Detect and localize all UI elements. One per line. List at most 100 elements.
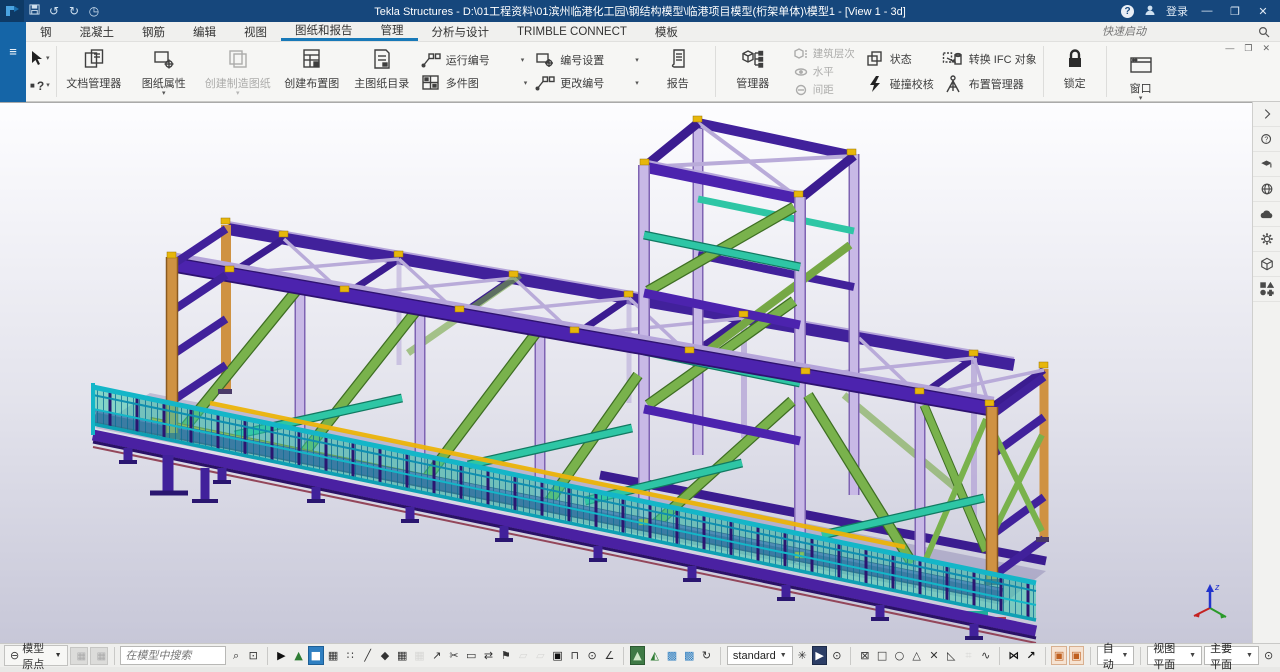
select-wave-icon[interactable]: ∿ (978, 646, 993, 665)
snap-extend-icon[interactable]: ↗ (429, 646, 444, 665)
select-points-icon[interactable]: ○ (892, 646, 907, 665)
ghost-b-icon[interactable]: ▱ (533, 646, 548, 665)
snap-green-triangle-icon[interactable]: ▲ (291, 646, 306, 665)
chevron-down-icon[interactable]: ▾ (635, 58, 639, 63)
snap-points-icon[interactable]: ∷ (343, 646, 358, 665)
plane-a-icon[interactable]: ▩ (664, 646, 679, 665)
flag-icon[interactable]: ⚑ (498, 646, 513, 665)
run-numbering-button[interactable]: 运行编号 ▾ (421, 52, 528, 68)
select-perp-icon[interactable]: ◺ (944, 646, 959, 665)
chevron-down-icon[interactable]: ▾ (635, 81, 639, 86)
chevron-down-icon[interactable]: ▾ (46, 56, 50, 61)
tekla-warehouse-cloud-icon[interactable] (1253, 202, 1280, 227)
snap-plane-blue-icon[interactable]: ■ (308, 646, 323, 665)
maximize-button[interactable]: ❐ (1226, 5, 1244, 18)
master-drawing-catalog-button[interactable]: 主图纸目录 (347, 42, 417, 101)
snap-rect-icon[interactable]: ▭ (464, 646, 479, 665)
select-arrow-ne-icon[interactable]: ↗ (1023, 646, 1038, 665)
hamburger-menu-icon[interactable]: ≡ (9, 44, 17, 102)
cut-plane-icon[interactable]: ✂ (446, 646, 461, 665)
change-numbering-button[interactable]: 更改编号 ▾ (535, 75, 639, 91)
chevron-down-icon[interactable]: ▾ (521, 58, 525, 63)
snap-solid-icon[interactable]: ◆ (377, 646, 392, 665)
numbering-settings-button[interactable]: 编号设置 ▾ (535, 52, 639, 68)
snowflake-icon[interactable]: ✳ (795, 646, 810, 665)
settings-gear-icon[interactable] (1253, 227, 1280, 252)
view-plane-dropdown[interactable]: 视图平面 ▼ (1147, 646, 1202, 665)
chevron-down-icon[interactable]: ▾ (46, 83, 50, 88)
manager-button[interactable]: 管理器 (718, 42, 788, 101)
model-viewport[interactable]: z (0, 102, 1252, 643)
tekla-campus-icon[interactable] (1253, 152, 1280, 177)
menu-steel[interactable]: 钢 (26, 22, 66, 41)
search-icon[interactable] (1258, 26, 1270, 38)
save-icon[interactable] (24, 4, 44, 18)
view-restore-button[interactable]: ❐ (1244, 43, 1252, 54)
report-button[interactable]: 报告 (643, 42, 713, 101)
model-search-input[interactable] (120, 646, 226, 665)
visibility-icon[interactable]: ⊙ (829, 646, 844, 665)
select-hourglass-icon[interactable]: ⋈ (1006, 646, 1021, 665)
angle-snap-icon[interactable]: ∠ (602, 646, 617, 665)
select-grid-off-icon[interactable]: ⌗ (961, 646, 976, 665)
layout-manager-button[interactable]: 布置管理器 (942, 75, 1037, 93)
select-component-icon[interactable]: ▣ (1051, 646, 1066, 665)
snap-line-icon[interactable]: ╱ (360, 646, 375, 665)
inquire-tool[interactable]: ■? ▾ (30, 79, 50, 93)
menu-rebar[interactable]: 钢筋 (128, 22, 179, 41)
select-parts-icon[interactable]: □ (875, 646, 890, 665)
select-all-icon[interactable]: ⊠ (857, 646, 872, 665)
model-3d-view[interactable]: z (0, 103, 1252, 643)
rotate-icon[interactable]: ↻ (699, 646, 714, 665)
help-search-icon[interactable]: ? (1253, 127, 1280, 152)
select-marks-icon[interactable]: △ (909, 646, 924, 665)
login-link[interactable]: 登录 (1166, 3, 1188, 19)
plane-b-icon[interactable]: ▩ (682, 646, 697, 665)
convert-ifc-button[interactable]: 转换 IFC 对象 (942, 50, 1037, 68)
menu-edit[interactable]: 编辑 (179, 22, 230, 41)
menu-analysis-design[interactable]: 分析与设计 (418, 22, 504, 41)
drawing-properties-button[interactable]: 图纸属性 ▾ (129, 42, 199, 101)
smart-select-icon[interactable]: ▶ (812, 646, 827, 665)
user-icon[interactable] (1144, 4, 1156, 19)
multi-drawing-button[interactable]: 多件图 ▾ (421, 75, 528, 91)
clash-check-button[interactable]: 碰撞校核 (865, 75, 934, 93)
plane-visibility-eye-icon[interactable]: ⊙ (1261, 646, 1276, 665)
lock-button[interactable]: 锁定 (1046, 42, 1104, 101)
chevron-down-icon[interactable]: ▾ (1139, 96, 1143, 101)
select-cursor-tool[interactable]: ▾ (30, 50, 50, 66)
status-button[interactable]: 状态 (865, 50, 934, 68)
ortho-toggle-icon[interactable]: ▲ (630, 646, 645, 665)
quick-launch-input[interactable] (1100, 25, 1254, 39)
redo-icon[interactable]: ↻ (64, 4, 84, 18)
menu-concrete[interactable]: 混凝土 (66, 22, 129, 41)
representation-dropdown[interactable]: standard ▼ (727, 646, 793, 665)
auto-dropdown[interactable]: 自动 ▼ (1097, 646, 1135, 665)
create-layout-drawing-button[interactable]: 创建布置图 (277, 42, 347, 101)
menu-manage[interactable]: 管理 (367, 22, 418, 38)
triangle-dot-icon[interactable]: ◭ (647, 646, 662, 665)
close-button[interactable]: ✕ (1254, 5, 1272, 18)
model-origin-dropdown[interactable]: ⊖ 模型原点 ▼ (4, 645, 68, 666)
chevron-down-icon[interactable]: ▾ (162, 91, 166, 96)
eye-snap-icon[interactable]: ⊙ (584, 646, 599, 665)
expand-chevron-icon[interactable] (1253, 102, 1280, 127)
offset-icon[interactable]: ⇄ (481, 646, 496, 665)
ghost-a-icon[interactable]: ▱ (515, 646, 530, 665)
select-cross-icon[interactable]: ✕ (926, 646, 941, 665)
chevron-down-icon[interactable]: ▾ (524, 81, 528, 86)
perp-snap-icon[interactable]: ⊓ (567, 646, 582, 665)
document-manager-button[interactable]: 文档管理器 (59, 42, 129, 101)
grid-faint-icon[interactable]: ▦ (412, 646, 427, 665)
view-close-button[interactable]: ✕ (1262, 43, 1270, 54)
undo-icon[interactable]: ↺ (44, 4, 64, 18)
shape-catalog-icon[interactable] (1253, 277, 1280, 302)
select-assembly-icon[interactable]: ▣ (1069, 646, 1084, 665)
history-clock-icon[interactable]: ◷ (84, 4, 104, 18)
menu-template[interactable]: 模板 (641, 22, 692, 41)
menu-drawings-reports[interactable]: 图纸和报告 (281, 22, 367, 38)
grid-display-icon[interactable]: ▦ (395, 646, 410, 665)
components-cube-icon[interactable] (1253, 252, 1280, 277)
menu-trimble-connect[interactable]: TRIMBLE CONNECT (503, 22, 641, 41)
menu-view[interactable]: 视图 (230, 22, 281, 41)
